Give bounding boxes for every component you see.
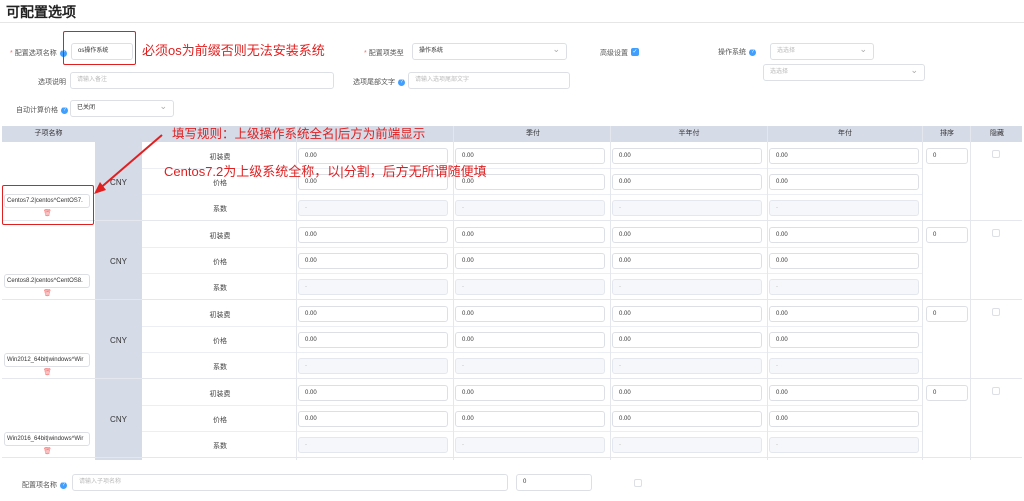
annotation-arrow [94, 134, 163, 194]
